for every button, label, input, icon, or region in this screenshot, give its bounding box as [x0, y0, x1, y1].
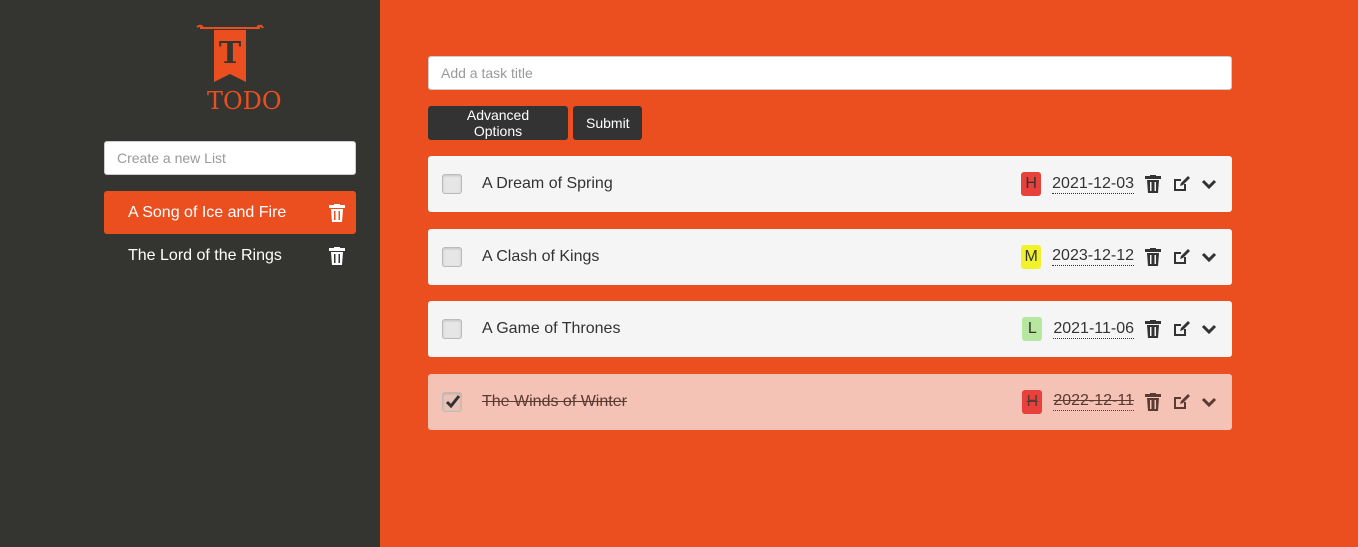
- chevron-down-icon[interactable]: [1200, 320, 1218, 338]
- list-item-label: A Song of Ice and Fire: [128, 203, 287, 221]
- trash-icon[interactable]: [1144, 247, 1162, 266]
- edit-icon[interactable]: [1172, 175, 1190, 193]
- sidebar: T TODO A Song of Ice and Fire The Lord o…: [0, 0, 380, 547]
- trash-icon[interactable]: [1144, 320, 1162, 338]
- edit-icon[interactable]: [1172, 393, 1190, 411]
- task-list: A Dream of Spring H 2021-12-03 A Clash o…: [428, 156, 1232, 446]
- task-due-date[interactable]: 2022-12-11: [1053, 392, 1134, 411]
- trash-icon[interactable]: [329, 246, 345, 265]
- task-item: A Game of Thrones L 2021-11-06: [428, 301, 1232, 357]
- list-item-lord-of-the-rings[interactable]: The Lord of the Rings: [104, 234, 356, 277]
- chevron-down-icon[interactable]: [1200, 393, 1218, 411]
- todo-logo: T TODO: [195, 24, 282, 118]
- advanced-options-button[interactable]: Advanced Options: [428, 106, 568, 140]
- task-checkbox[interactable]: [442, 174, 462, 194]
- submit-button[interactable]: Submit: [573, 106, 642, 140]
- svg-text:T: T: [219, 36, 242, 71]
- priority-badge: L: [1022, 317, 1043, 341]
- task-title: A Game of Thrones: [482, 320, 621, 337]
- main-panel: Advanced Options Submit A Dream of Sprin…: [380, 0, 1358, 547]
- trash-icon[interactable]: [1144, 175, 1162, 193]
- task-item-completed: The Winds of Winter H 2022-12-11: [428, 373, 1232, 430]
- chevron-down-icon[interactable]: [1200, 248, 1218, 266]
- task-due-date[interactable]: 2021-11-06: [1053, 320, 1134, 339]
- list-item-label: The Lord of the Rings: [128, 246, 282, 264]
- list-menu: A Song of Ice and Fire The Lord of the R…: [104, 191, 356, 277]
- chevron-down-icon[interactable]: [1200, 175, 1218, 193]
- logo-banner-icon: T: [196, 24, 264, 82]
- task-item: A Clash of Kings M 2023-12-12: [428, 228, 1232, 285]
- trash-icon[interactable]: [329, 203, 345, 222]
- checkmark-icon: [445, 394, 461, 408]
- task-title: A Dream of Spring: [482, 175, 613, 192]
- edit-icon[interactable]: [1172, 248, 1190, 266]
- task-checkbox[interactable]: [442, 319, 462, 339]
- task-item: A Dream of Spring H 2021-12-03: [428, 156, 1232, 212]
- task-title-input[interactable]: [428, 56, 1232, 90]
- task-due-date[interactable]: 2021-12-03: [1052, 175, 1134, 194]
- trash-icon[interactable]: [1144, 392, 1162, 411]
- task-title: A Clash of Kings: [482, 247, 600, 265]
- priority-badge: H: [1021, 172, 1042, 196]
- new-list-input[interactable]: [104, 141, 356, 175]
- priority-badge: M: [1021, 244, 1042, 269]
- edit-icon[interactable]: [1172, 320, 1190, 338]
- logo-text: TODO: [207, 87, 282, 115]
- task-due-date[interactable]: 2023-12-12: [1052, 247, 1134, 266]
- task-checkbox[interactable]: [442, 246, 462, 267]
- task-title: The Winds of Winter: [482, 392, 627, 410]
- list-item-song-of-ice-and-fire[interactable]: A Song of Ice and Fire: [104, 191, 356, 234]
- task-checkbox[interactable]: [442, 391, 462, 412]
- priority-badge: H: [1022, 389, 1043, 414]
